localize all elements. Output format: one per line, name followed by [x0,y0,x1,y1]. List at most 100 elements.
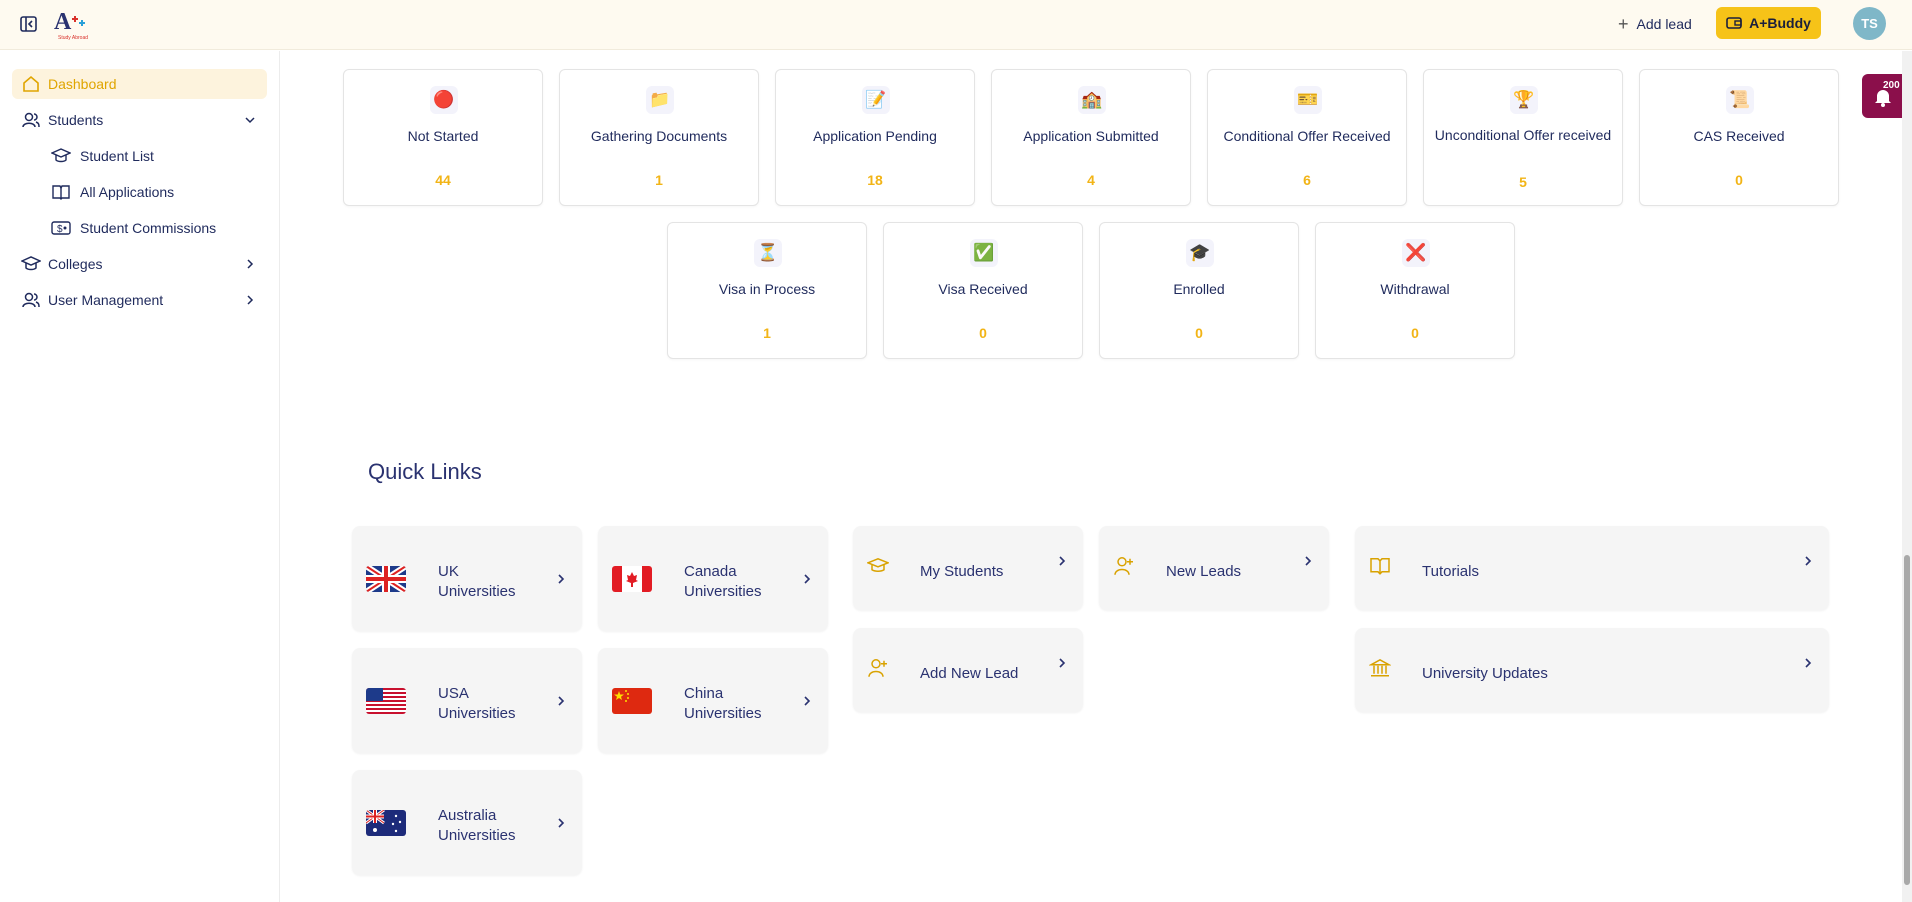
home-icon [20,73,42,95]
sidebar-item-label: Dashboard [48,76,117,92]
status-count: 0 [1411,325,1419,341]
status-label: Withdrawal [1380,281,1450,297]
link-title: Add New Lead [920,665,1019,682]
sidebar-collapse-icon[interactable] [19,14,39,34]
quick-link-china-universities[interactable]: China Universities [598,648,828,753]
svg-text:$: $ [57,224,63,235]
status-count: 1 [655,172,663,188]
canada-flag-icon [612,565,652,592]
sidebar-subitem-student-list[interactable]: Student List [50,144,154,168]
sidebar-item-colleges[interactable]: Colleges [12,249,267,279]
sidebar-item-label: Colleges [48,256,103,272]
graduation-cap-icon [50,146,72,166]
status-card-application-submitted[interactable]: 🏫 Application Submitted 4 [991,69,1191,206]
link-subtitle: Universities [684,583,762,600]
australia-flag-icon [366,809,406,836]
status-label: Application Pending [813,128,937,144]
sidebar-subitem-student-commissions[interactable]: $ Student Commissions [50,216,216,240]
status-icon: 📝 [862,86,890,114]
users-icon [20,109,42,131]
sidebar-item-students[interactable]: Students [12,105,267,135]
notification-count-badge: 200 [1883,80,1900,91]
status-card-unconditional-offer[interactable]: 🏆 Unconditional Offer received 5 [1423,69,1623,206]
chevron-right-icon [1059,556,1066,566]
link-title: My Students [920,563,1004,580]
status-label: Conditional Offer Received [1223,128,1391,144]
link-title: UK [438,563,459,580]
status-label: CAS Received [1693,128,1785,144]
status-card-withdrawal[interactable]: ❌ Withdrawal 0 [1315,222,1515,359]
status-card-application-pending[interactable]: 📝 Application Pending 18 [775,69,975,206]
graduation-cap-icon [867,557,889,573]
status-label: Enrolled [1173,281,1225,297]
quick-link-usa-universities[interactable]: USA Universities [352,648,582,753]
link-subtitle: Universities [438,583,516,600]
sidebar-subitem-label: Student List [80,148,154,164]
status-card-visa-in-process[interactable]: ⏳ Visa in Process 1 [667,222,867,359]
status-card-enrolled[interactable]: 🎓 Enrolled 0 [1099,222,1299,359]
status-count: 4 [1087,172,1095,188]
status-card-not-started[interactable]: 🔴 Not Started 44 [343,69,543,206]
status-count: 44 [435,172,451,188]
status-icon: ✅ [970,239,998,267]
quick-link-tutorials[interactable]: Tutorials [1355,526,1829,610]
chevron-right-icon [558,817,565,828]
sidebar-subitem-all-applications[interactable]: All Applications [50,180,174,204]
sidebar-item-user-management[interactable]: User Management [12,285,267,315]
status-count: 1 [763,325,771,341]
status-label: Gathering Documents [590,128,728,144]
status-count: 0 [979,325,987,341]
uk-flag-icon [366,565,406,592]
chevron-right-icon [558,573,565,584]
status-card-conditional-offer[interactable]: 🎫 Conditional Offer Received 6 [1207,69,1407,206]
status-icon: ❌ [1402,239,1430,267]
brand-logo[interactable]: A Study Abroad [52,5,96,43]
chevron-right-icon [247,295,254,305]
abuddy-button[interactable]: A+Buddy [1716,7,1821,39]
abuddy-label: A+Buddy [1749,15,1811,31]
status-card-cas-received[interactable]: 📜 CAS Received 0 [1639,69,1839,206]
status-label: Not Started [407,128,479,144]
svg-text:A: A [54,9,72,35]
status-label: Visa in Process [718,281,816,297]
chevron-right-icon [804,695,811,706]
status-icon: ⏳ [754,239,782,267]
link-title: Canada [684,563,737,580]
user-plus-icon [868,659,887,677]
status-count: 18 [867,172,883,188]
sidebar-item-dashboard[interactable]: Dashboard [12,69,267,99]
user-avatar[interactable]: TS [1853,7,1886,40]
link-title: Tutorials [1422,563,1479,580]
chevron-right-icon [558,695,565,706]
quick-link-new-leads[interactable]: New Leads [1099,526,1329,610]
quick-link-canada-universities[interactable]: Canada Universities [598,526,828,631]
quick-link-university-updates[interactable]: University Updates [1355,628,1829,712]
graduation-cap-icon [20,253,42,275]
wallet-icon [1726,17,1742,29]
money-icon: $ [50,218,72,238]
status-count: 6 [1303,172,1311,188]
link-subtitle: Universities [438,827,516,844]
book-open-icon [50,182,72,202]
svg-text:Study Abroad: Study Abroad [58,35,88,41]
status-card-gathering-documents[interactable]: 📁 Gathering Documents 1 [559,69,759,206]
add-lead-button[interactable]: + Add lead [1618,14,1692,34]
status-card-visa-received[interactable]: ✅ Visa Received 0 [883,222,1083,359]
sidebar: Dashboard Students Student List All Appl… [0,51,280,902]
link-title: USA [438,685,469,702]
quick-link-add-new-lead[interactable]: Add New Lead [853,628,1083,712]
quick-link-australia-universities[interactable]: Australia Universities [352,770,582,875]
sidebar-item-label: User Management [48,292,164,308]
sidebar-subitem-label: All Applications [80,184,175,200]
link-subtitle: Universities [438,705,516,722]
status-icon: 🏆 [1510,86,1538,114]
scrollbar-thumb[interactable] [1904,555,1910,885]
status-icon: 🔴 [430,86,458,114]
chevron-right-icon [804,573,811,584]
quick-link-my-students[interactable]: My Students [853,526,1083,610]
quick-link-uk-universities[interactable]: UK Universities [352,526,582,631]
top-header: A Study Abroad + Add lead A+Buddy TS [0,0,1912,50]
status-label: Unconditional Offer received [1434,127,1612,143]
status-icon: 🎓 [1186,239,1214,267]
plus-icon: + [1618,14,1629,34]
